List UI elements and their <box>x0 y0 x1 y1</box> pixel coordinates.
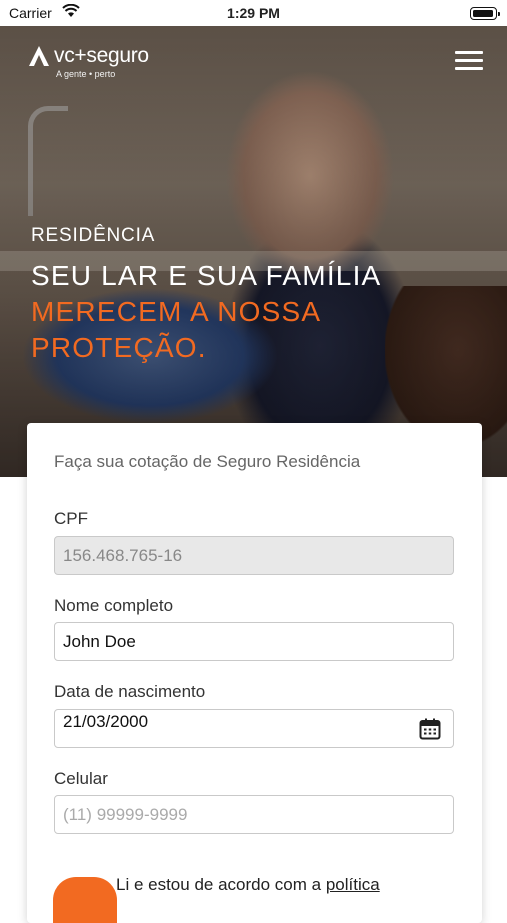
terms-text: Li e estou de acordo com a <box>116 875 322 894</box>
hero-banner: vc+seguro A gente • perto RESIDÊNCIA SEU… <box>0 26 507 477</box>
menu-bar-icon <box>455 67 483 70</box>
logo-tagline: A gente • perto <box>56 69 116 79</box>
phone-label: Celular <box>54 769 108 788</box>
headline-line-white: SEU LAR E SUA FAMÍLIA <box>31 260 382 291</box>
birthdate-field[interactable]: 21/03/2000 <box>54 709 454 748</box>
brand-logo[interactable]: vc+seguro A gente • perto <box>28 44 149 79</box>
birthdate-label: Data de nascimento <box>54 682 206 701</box>
logo-wordmark: vc+seguro <box>54 44 149 67</box>
calendar-icon[interactable] <box>419 718 441 740</box>
phone-field[interactable] <box>54 795 454 834</box>
hamburger-menu-button[interactable] <box>455 51 483 71</box>
privacy-policy-link[interactable]: política <box>326 875 380 894</box>
name-label: Nome completo <box>54 596 174 615</box>
menu-bar-icon <box>455 51 483 54</box>
quote-form-card: Faça sua cotação de Seguro Residência CP… <box>27 423 482 923</box>
hero-overlay <box>0 26 507 477</box>
birthdate-value: 21/03/2000 <box>63 712 149 731</box>
hero-headline: SEU LAR E SUA FAMÍLIA MERECEM A NOSSA PR… <box>31 258 381 366</box>
full-name-field[interactable] <box>54 622 454 661</box>
menu-bar-icon <box>455 59 483 62</box>
status-bar: Carrier 1:29 PM <box>0 0 507 26</box>
cpf-label: CPF <box>54 509 88 528</box>
battery-icon <box>470 7 500 20</box>
terms-toggle[interactable] <box>53 877 117 923</box>
hero-category: RESIDÊNCIA <box>31 225 156 246</box>
form-intro: Faça sua cotação de Seguro Residência <box>54 452 361 471</box>
logo-mark-icon <box>29 46 49 66</box>
cpf-field[interactable] <box>54 536 454 575</box>
headline-line-orange-1: MERECEM A NOSSA <box>31 296 322 327</box>
headline-line-orange-2: PROTEÇÃO. <box>31 332 207 363</box>
clock: 1:29 PM <box>227 5 280 21</box>
terms-agreement: Li e estou de acordo com a política <box>116 875 380 895</box>
